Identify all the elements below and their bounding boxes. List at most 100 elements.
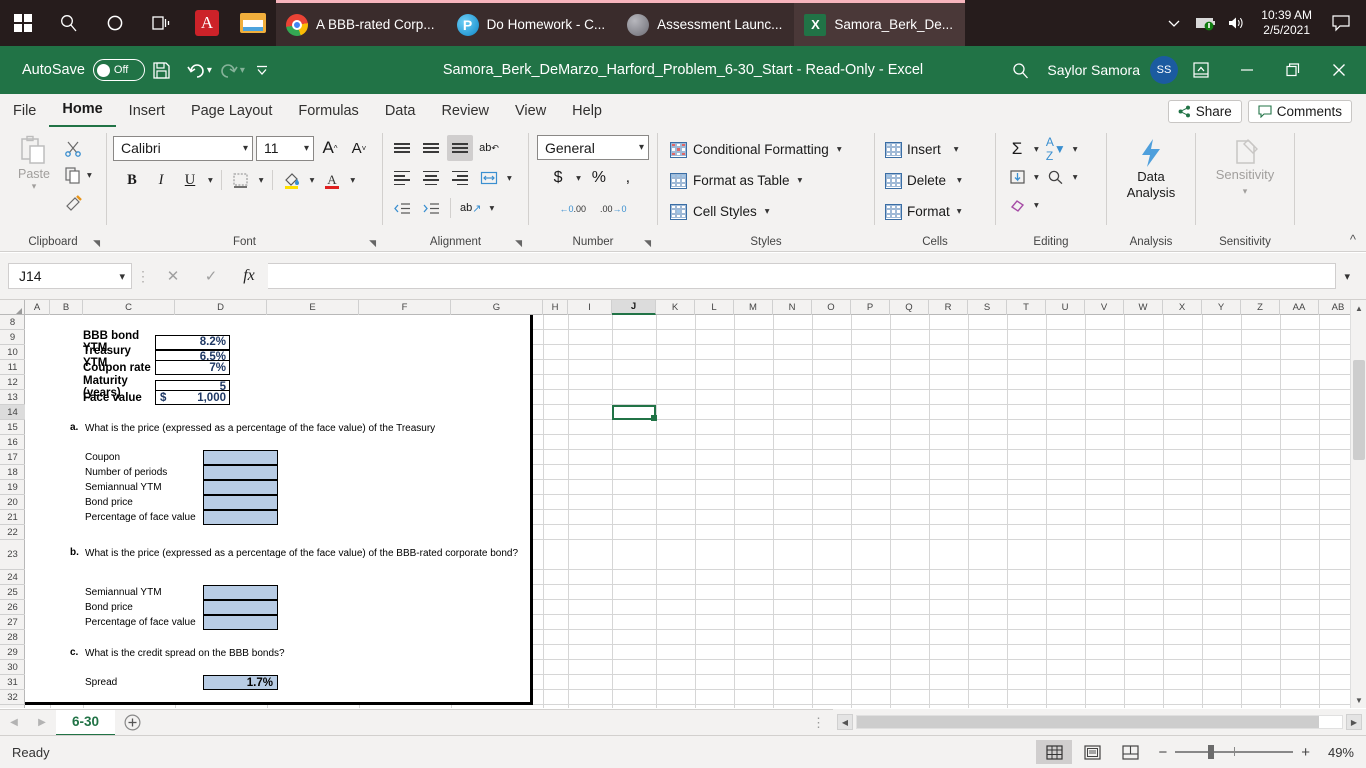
action-center-icon[interactable]	[1322, 0, 1360, 46]
save-icon[interactable]	[145, 53, 179, 87]
windows-start-icon[interactable]	[0, 0, 46, 46]
answer-cell-percentage-of-face-value-b[interactable]	[203, 615, 278, 630]
column-header-E[interactable]: E	[267, 300, 359, 315]
zoom-out-icon[interactable]: −	[1158, 744, 1167, 761]
align-left-icon[interactable]	[389, 165, 415, 191]
accounting-number-format-icon[interactable]: $	[545, 165, 571, 191]
row-header-27[interactable]: 27	[0, 615, 25, 630]
answer-cell-coupon[interactable]	[203, 450, 278, 465]
horizontal-scroll-track[interactable]	[856, 715, 1343, 729]
row-header-23[interactable]: 23	[0, 540, 25, 570]
taskbar-clock[interactable]: 10:39 AM 2/5/2021	[1251, 8, 1322, 38]
horizontal-scrollbar[interactable]: ◀ ▶	[833, 709, 1366, 735]
column-header-AA[interactable]: AA	[1280, 300, 1319, 315]
answer-cell-percentage-of-face-value[interactable]	[203, 510, 278, 525]
zoom-thumb[interactable]	[1208, 745, 1215, 760]
column-header-H[interactable]: H	[543, 300, 568, 315]
underline-chevron[interactable]: ▾	[206, 175, 215, 186]
taskbar-task-pearson[interactable]: P Do Homework - C...	[446, 0, 618, 46]
scroll-right-icon[interactable]: ▶	[1346, 714, 1362, 730]
adobe-acrobat-icon[interactable]: A	[184, 0, 230, 46]
row-header-31[interactable]: 31	[0, 675, 25, 690]
page-layout-view-icon[interactable]	[1074, 740, 1110, 764]
fill-handle[interactable]	[651, 415, 657, 421]
increase-decimal-icon[interactable]: .00 →0	[597, 196, 630, 222]
row-header-11[interactable]: 11	[0, 360, 25, 375]
row-header-30[interactable]: 30	[0, 660, 25, 675]
decrease-decimal-icon[interactable]: ←0.00	[556, 196, 589, 222]
input-cell-coupon-rate[interactable]: 7%	[155, 360, 230, 375]
row-header-29[interactable]: 29	[0, 645, 25, 660]
row-header-17[interactable]: 17	[0, 450, 25, 465]
row-header-21[interactable]: 21	[0, 510, 25, 525]
account-name[interactable]: Saylor Samora	[1037, 62, 1150, 78]
tab-page-layout[interactable]: Page Layout	[178, 101, 285, 127]
paste-button[interactable]: Paste ▾	[6, 133, 62, 192]
merge-and-center-icon[interactable]	[476, 165, 502, 191]
row-header-9[interactable]: 9	[0, 330, 25, 345]
row-header-13[interactable]: 13	[0, 390, 25, 405]
format-cells-button[interactable]: Format ▾	[885, 197, 964, 226]
horizontal-scroll-thumb[interactable]	[857, 716, 1319, 728]
column-header-L[interactable]: L	[695, 300, 734, 315]
column-header-W[interactable]: W	[1124, 300, 1163, 315]
row-header-10[interactable]: 10	[0, 345, 25, 360]
copy-button[interactable]: ▾	[64, 162, 94, 188]
number-dialog-launcher[interactable]: ◥	[644, 238, 651, 249]
vertical-scrollbar[interactable]: ▲ ▼	[1350, 300, 1366, 708]
chevron-down-icon[interactable]: ▾	[835, 144, 844, 155]
answer-cell-bond-price[interactable]	[203, 495, 278, 510]
grid-canvas[interactable]: BBB bond YTM 8.2% Treasury YTM 6.5% Coup…	[25, 315, 1366, 708]
insert-cells-button[interactable]: Insert ▾	[885, 135, 961, 164]
column-header-N[interactable]: N	[773, 300, 812, 315]
format-as-table-button[interactable]: Format as Table ▾	[670, 166, 804, 195]
row-header-26[interactable]: 26	[0, 600, 25, 615]
alignment-dialog-launcher[interactable]: ◥	[515, 238, 522, 249]
column-header-A[interactable]: A	[25, 300, 50, 315]
align-bottom-icon[interactable]	[447, 135, 473, 161]
borders-chevron[interactable]: ▾	[257, 175, 266, 186]
column-header-O[interactable]: O	[812, 300, 851, 315]
column-header-Q[interactable]: Q	[890, 300, 929, 315]
previous-sheet-icon[interactable]: ◀	[0, 710, 28, 736]
enter-icon[interactable]: ✓	[192, 263, 230, 289]
find-select-chevron[interactable]: ▾	[1071, 172, 1080, 183]
tab-formulas[interactable]: Formulas	[285, 101, 371, 127]
borders-icon[interactable]	[228, 167, 254, 193]
fill-color-icon[interactable]	[279, 167, 305, 193]
taskbar-task-chrome[interactable]: A BBB-rated Corp...	[276, 0, 447, 46]
fill-chevron[interactable]: ▾	[1032, 172, 1041, 183]
column-header-B[interactable]: B	[50, 300, 83, 315]
find-and-select-icon[interactable]	[1043, 164, 1069, 190]
tab-data[interactable]: Data	[372, 101, 429, 127]
column-header-R[interactable]: R	[929, 300, 968, 315]
row-header-25[interactable]: 25	[0, 585, 25, 600]
input-cell-face-value[interactable]: $ 1,000	[155, 390, 230, 405]
taskbar-task-excel[interactable]: X Samora_Berk_De...	[794, 0, 965, 46]
percent-style-icon[interactable]: %	[586, 165, 612, 191]
file-explorer-icon[interactable]	[230, 0, 276, 46]
vertical-scroll-thumb[interactable]	[1353, 360, 1365, 460]
answer-cell-semiannual-ytm-b[interactable]	[203, 585, 278, 600]
taskbar-task-assessment[interactable]: Assessment Launc...	[617, 0, 795, 46]
zoom-level[interactable]: 49%	[1320, 745, 1354, 760]
font-dialog-launcher[interactable]: ◥	[369, 238, 376, 249]
tab-review[interactable]: Review	[428, 101, 502, 127]
wrap-text-chevron[interactable]: ▾	[487, 203, 496, 214]
search-icon[interactable]	[46, 0, 92, 46]
column-header-G[interactable]: G	[451, 300, 543, 315]
tab-help[interactable]: Help	[559, 101, 615, 127]
column-header-K[interactable]: K	[656, 300, 695, 315]
chevron-down-icon[interactable]: ▾	[955, 175, 964, 186]
close-icon[interactable]	[1316, 47, 1362, 93]
scroll-up-icon[interactable]: ▲	[1351, 300, 1366, 316]
answer-cell-number-of-periods[interactable]	[203, 465, 278, 480]
clear-chevron[interactable]: ▾	[1032, 200, 1041, 211]
wrap-text-icon[interactable]: ab ↗	[457, 195, 484, 221]
expand-formula-bar-icon[interactable]: ▾	[1336, 270, 1358, 283]
autosum-icon[interactable]: Σ	[1004, 136, 1030, 162]
column-header-C[interactable]: C	[83, 300, 175, 315]
tab-home[interactable]: Home	[49, 99, 116, 127]
sensitivity-chevron[interactable]: ▾	[1243, 183, 1248, 199]
sheet-tab-6-30[interactable]: 6-30	[56, 709, 116, 736]
